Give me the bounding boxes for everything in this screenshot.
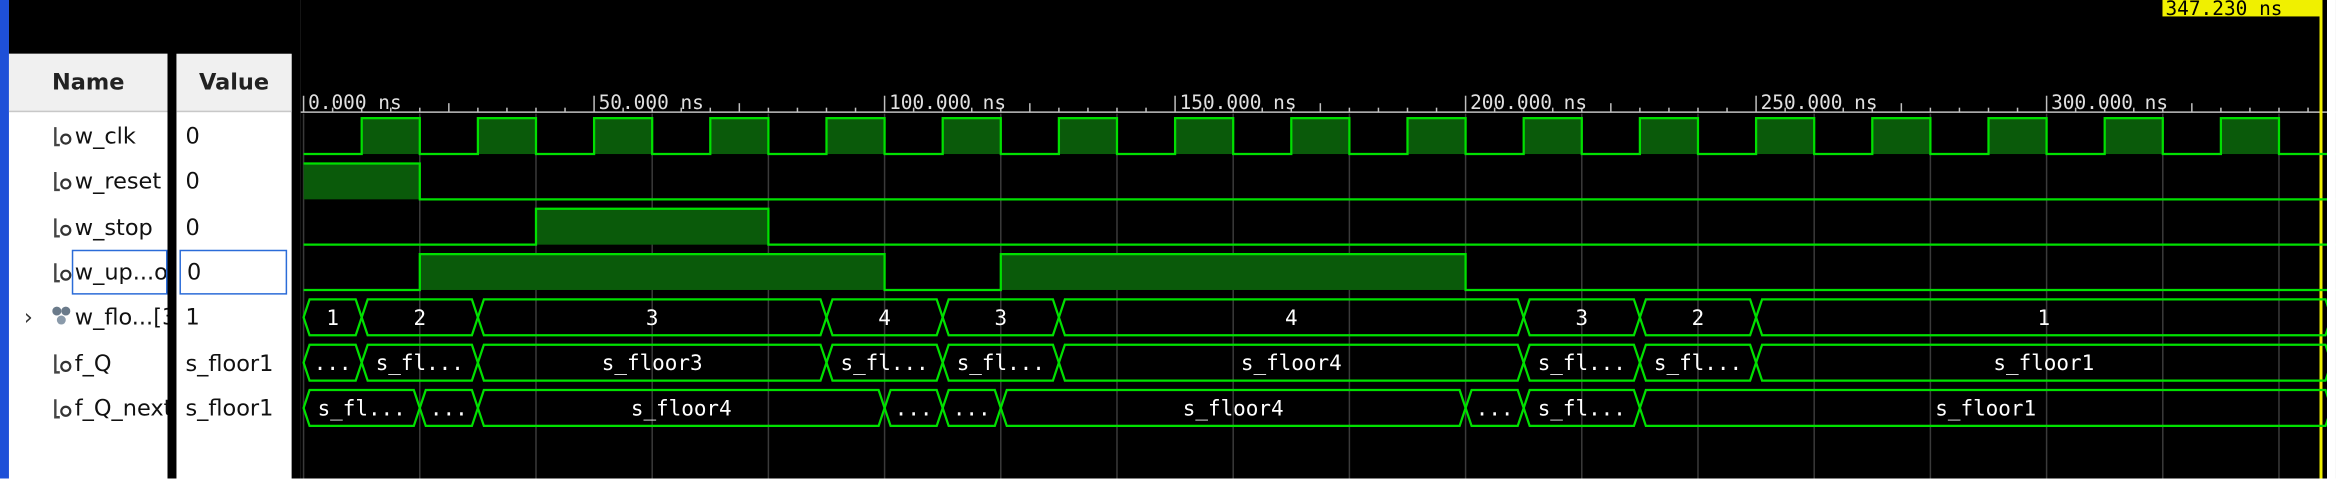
name-panel-top: [8, 0, 168, 54]
ruler-tick-label: 300.000 ns: [2051, 91, 2168, 114]
bit-high-fill: [303, 163, 420, 200]
bit-signal-icon: [51, 124, 72, 148]
bus-segment-label: s_fl...: [957, 351, 1045, 375]
bus-segment-label: s_floor4: [1241, 351, 1342, 375]
clock-high-fill: [942, 118, 1001, 155]
signal-name-row[interactable]: f_Q: [51, 340, 168, 385]
bit-signal-icon: [51, 215, 72, 239]
bit-waveform: [303, 162, 2336, 201]
bus-segment-label: 1: [326, 306, 339, 330]
ruler-tick-label: 200.000 ns: [1470, 91, 1587, 114]
ruler-tick-label: 0.000 ns: [308, 91, 402, 114]
bit-high-fill: [535, 208, 769, 245]
bus-segment-label: ...: [895, 396, 933, 420]
bus-segment-label: s_floor1: [1993, 351, 2094, 375]
signal-value[interactable]: s_floor1: [185, 386, 287, 431]
left-edge-bar: [0, 0, 9, 479]
cursor-time-label: 347.230 ns: [2165, 0, 2282, 20]
bus-segment-label: s_fl...: [376, 351, 464, 375]
signal-name: w_up...ov: [74, 258, 168, 286]
bus-segment-label: ...: [953, 396, 991, 420]
ruler-tick-label: 150.000 ns: [1180, 91, 1297, 114]
clock-high-fill: [1639, 118, 1698, 155]
bus-segment-label: s_fl...: [840, 351, 928, 375]
bus-segment-label: 1: [2037, 306, 2050, 330]
signal-value[interactable]: 0: [185, 204, 287, 249]
bit-signal-icon: [51, 351, 72, 375]
bus-segment-label: s_floor1: [1935, 396, 2036, 420]
clock-high-fill: [1407, 118, 1466, 155]
bus-segment-label: 3: [646, 306, 659, 330]
value-panel-top: [176, 0, 292, 54]
signal-name-row[interactable]: f_Q_next: [51, 386, 168, 431]
clock-high-fill: [1988, 118, 2047, 155]
clock-high-fill: [1756, 118, 1815, 155]
bus-segment-label: s_floor3: [602, 351, 703, 375]
bus-segment-label: 4: [878, 306, 891, 330]
bit-signal-icon: [51, 396, 72, 420]
clock-high-fill: [594, 118, 653, 155]
bus-segment-label: 2: [1692, 306, 1705, 330]
right-edge-bar: [2326, 0, 2336, 479]
signal-value[interactable]: 0: [179, 249, 288, 295]
clock-high-fill: [2104, 118, 2163, 155]
clock-high-fill: [361, 118, 420, 155]
signal-name-row[interactable]: w_reset: [51, 159, 168, 204]
signal-value[interactable]: s_floor1: [185, 340, 287, 385]
bit-signal-icon: [51, 260, 72, 284]
clock-high-fill: [477, 118, 536, 155]
expand-chevron-icon[interactable]: ›: [24, 295, 42, 340]
ruler-tick-label: 50.000 ns: [599, 91, 704, 114]
bus-segment-label: 4: [1285, 306, 1298, 330]
bus-segment-label: ...: [314, 351, 352, 375]
signal-value[interactable]: 1: [185, 295, 287, 340]
bit-high-fill: [1000, 254, 1466, 290]
bus-segment-label: s_fl...: [318, 396, 406, 420]
signal-name: f_Q_next: [74, 394, 168, 422]
clock-high-fill: [1523, 118, 1582, 155]
signal-name: w_reset: [74, 167, 162, 195]
waveform-canvas[interactable]: 0.000 ns 50.000 ns 100.000 ns 150.000 ns 200…: [300, 0, 2336, 479]
bus-segment-label: ...: [1476, 396, 1514, 420]
clock-high-fill: [1058, 118, 1117, 155]
bus-segment-label: ...: [430, 396, 468, 420]
signal-name-row[interactable]: w_up...ov: [51, 250, 168, 295]
signal-name: w_flo...[3: [74, 303, 168, 331]
signal-name-row[interactable]: w_clk: [51, 114, 168, 159]
bus-signal-icon: [51, 305, 72, 329]
bit-high-fill: [419, 254, 885, 290]
signal-name-row[interactable]: w_flo...[3: [51, 295, 168, 340]
name-column-header[interactable]: Name: [8, 53, 168, 113]
signal-name-row[interactable]: w_stop: [51, 204, 168, 249]
signal-value[interactable]: 0: [185, 159, 287, 204]
ruler-tick-label: 100.000 ns: [889, 91, 1006, 114]
bus-segment-label: s_fl...: [1654, 351, 1742, 375]
clock-high-fill: [2220, 118, 2279, 155]
signal-name: w_stop: [74, 213, 153, 241]
value-column-header[interactable]: Value: [176, 53, 292, 113]
clock-high-fill: [1175, 118, 1234, 155]
ruler-tick-label: 250.000 ns: [1761, 91, 1878, 114]
clock-high-fill: [1872, 118, 1931, 155]
bus-segment-label: 2: [413, 306, 426, 330]
clock-high-fill: [710, 118, 769, 155]
bus-segment-label: 3: [994, 306, 1007, 330]
signal-name: w_clk: [74, 122, 136, 150]
clock-high-fill: [1291, 118, 1350, 155]
bus-segment-label: 3: [1575, 306, 1588, 330]
clock-high-fill: [826, 118, 885, 155]
bus-segment-label: s_fl...: [1538, 396, 1626, 420]
bit-signal-icon: [51, 169, 72, 193]
signal-value[interactable]: 0: [185, 114, 287, 159]
bus-segment-label: s_fl...: [1538, 351, 1626, 375]
bus-segment-label: s_floor4: [1183, 396, 1284, 420]
bus-segment-label: s_floor4: [631, 396, 732, 420]
signal-name: f_Q: [74, 349, 112, 377]
